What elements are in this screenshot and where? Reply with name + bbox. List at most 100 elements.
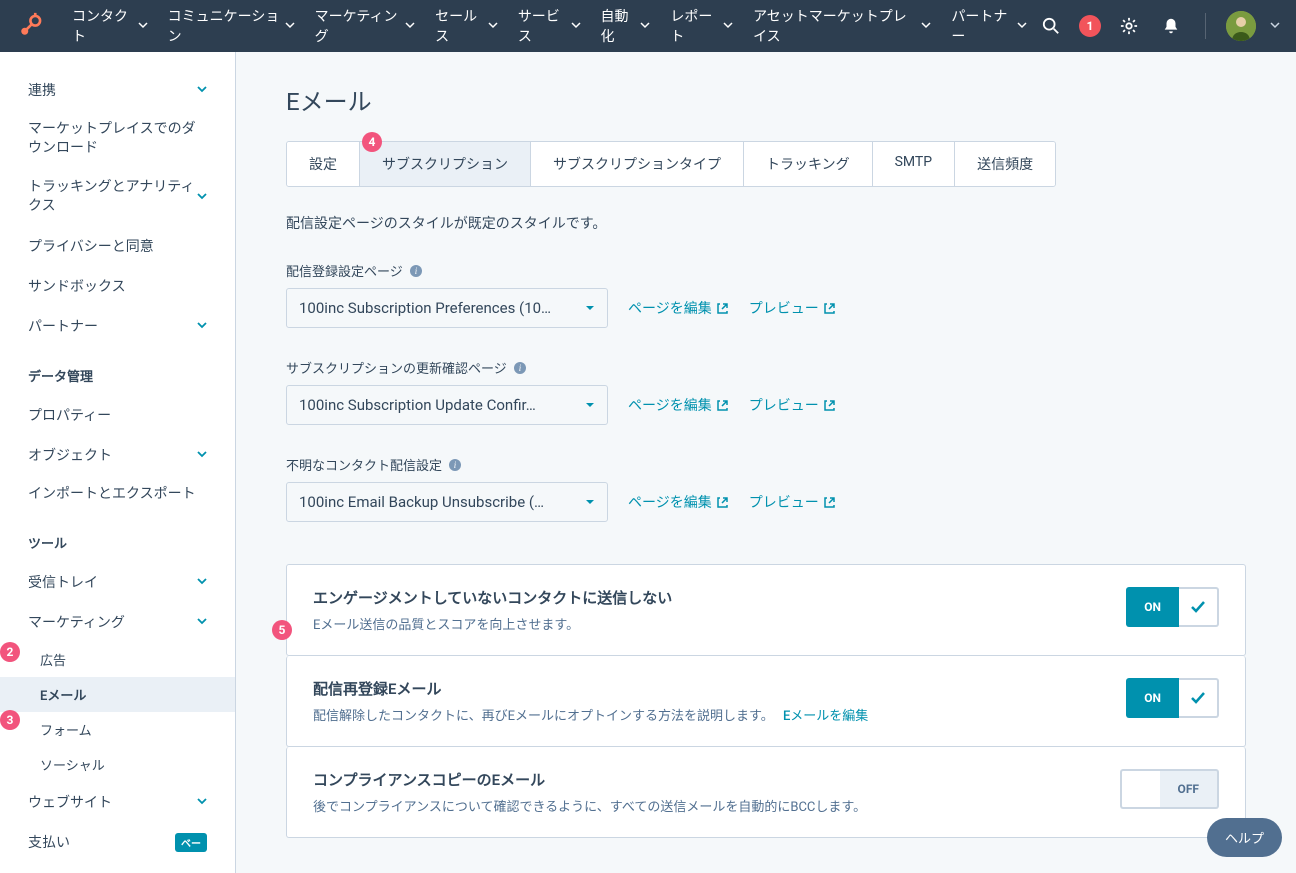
toggle-unengaged[interactable]: ON [1126, 587, 1219, 627]
sidebar-item-sandbox[interactable]: サンドボックス [0, 266, 235, 306]
card-resubscribe: 配信再登録Eメール 配信解除したコンタクトに、再びEメールにオプトインする方法を… [286, 656, 1246, 747]
field-row-backup-unsub: 100inc Email Backup Unsubscribe (… ページを編… [286, 482, 1246, 522]
account-chevron-icon[interactable] [1270, 18, 1280, 34]
external-link-icon [823, 302, 836, 315]
edit-page-link[interactable]: ページを編集 [628, 395, 729, 415]
step-callout-3: 3 [0, 710, 20, 730]
page-title: Eメール [286, 82, 1246, 117]
nav-asset-marketplace[interactable]: アセットマーケットプレイス [743, 0, 941, 52]
sidebar-sub-social[interactable]: ソーシャル [0, 747, 235, 782]
preview-link[interactable]: プレビュー [749, 492, 836, 512]
info-icon[interactable]: i [448, 458, 462, 472]
sidebar-item-integrations[interactable]: 連携 [0, 70, 235, 110]
chevron-down-icon [921, 18, 931, 34]
select-preferences-page[interactable]: 100inc Subscription Preferences (10… [286, 288, 608, 328]
external-link-icon [716, 496, 729, 509]
edit-page-link[interactable]: ページを編集 [628, 492, 729, 512]
card-desc: 配信解除したコンタクトに、再びEメールにオプトインする方法を説明します。 Eメー… [313, 705, 868, 724]
nav-service[interactable]: サービス [508, 0, 591, 52]
sidebar-item-tracking-analytics[interactable]: トラッキングとアナリティクス [0, 168, 235, 226]
preview-link[interactable]: プレビュー [749, 298, 836, 318]
main-panel: Eメール 設定 サブスクリプション サブスクリプションタイプ トラッキング SM… [236, 52, 1296, 873]
divider [1205, 13, 1206, 39]
chevron-down-icon [197, 794, 207, 810]
step-callout-5: 5 [272, 620, 292, 640]
toggle-knob [1120, 769, 1160, 809]
sidebar-group-tools: ツール [0, 533, 235, 562]
search-icon[interactable] [1037, 12, 1065, 40]
settings-sidebar: 連携 マーケットプレイスでのダウンロード トラッキングとアナリティクス プライバ… [0, 52, 236, 873]
nav-automation[interactable]: 自動化 [591, 0, 661, 52]
tab-frequency[interactable]: 送信頻度 [955, 142, 1055, 186]
bell-icon[interactable] [1157, 12, 1185, 40]
info-icon[interactable]: i [409, 264, 423, 278]
tab-settings[interactable]: 設定 [287, 142, 360, 186]
chevron-down-icon [197, 189, 207, 205]
card-desc: 後でコンプライアンスについて確認できるように、すべての送信メールを自動的にBCC… [313, 796, 866, 815]
sidebar-item-marketplace-downloads[interactable]: マーケットプレイスでのダウンロード [0, 110, 235, 168]
chevron-down-icon [197, 614, 207, 630]
nav-partner[interactable]: パートナー [941, 0, 1037, 52]
sidebar-item-payments[interactable]: 支払いベー [0, 822, 235, 862]
sidebar-item-objects[interactable]: オブジェクト [0, 435, 235, 475]
nav-contacts[interactable]: コンタクト [62, 0, 158, 52]
nav-sales[interactable]: セールス [425, 0, 508, 52]
info-icon[interactable]: i [513, 361, 527, 375]
card-title: エンゲージメントしていないコンタクトに送信しない [313, 587, 672, 608]
chevron-down-icon [197, 318, 207, 334]
field-row-preferences: 100inc Subscription Preferences (10… ページ… [286, 288, 1246, 328]
sidebar-item-website[interactable]: ウェブサイト [0, 782, 235, 822]
chevron-down-icon [488, 18, 498, 34]
card-title: 配信再登録Eメール [313, 678, 868, 699]
select-update-confirm-page[interactable]: 100inc Subscription Update Confir… [286, 385, 608, 425]
field-label-backup-unsub: 不明なコンタクト配信設定 i [286, 455, 1246, 474]
sidebar-item-import-export[interactable]: インポートとエクスポート [0, 475, 235, 514]
sidebar-item-inbox[interactable]: 受信トレイ [0, 562, 235, 602]
card-compliance: コンプライアンスコピーのEメール 後でコンプライアンスについて確認できるように、… [286, 747, 1246, 838]
nav-reports[interactable]: レポート [660, 0, 743, 52]
select-value: 100inc Subscription Update Confir… [299, 396, 536, 414]
toggle-resubscribe[interactable]: ON [1126, 678, 1219, 718]
tab-subscription-types[interactable]: サブスクリプションタイプ [531, 142, 744, 186]
chevron-down-icon [197, 447, 207, 463]
notification-count-badge[interactable]: 1 [1079, 15, 1101, 37]
toggle-label: ON [1126, 678, 1179, 718]
select-value: 100inc Subscription Preferences (10… [299, 299, 551, 317]
tab-smtp[interactable]: SMTP [873, 142, 956, 186]
step-callout-2: 2 [0, 642, 20, 662]
sidebar-sub-ads[interactable]: 広告 [0, 642, 235, 677]
tab-subscription[interactable]: サブスクリプション [360, 142, 531, 186]
gear-icon[interactable] [1115, 12, 1143, 40]
help-button[interactable]: ヘルプ [1207, 818, 1282, 857]
sidebar-item-partner[interactable]: パートナー [0, 306, 235, 346]
nav-marketing[interactable]: マーケティング [305, 0, 425, 52]
sidebar-sub-email[interactable]: Eメール [0, 677, 235, 712]
external-link-icon [823, 496, 836, 509]
toggle-label: OFF [1160, 769, 1219, 809]
toggle-knob [1179, 678, 1219, 718]
chevron-down-icon [640, 18, 650, 34]
sidebar-item-properties[interactable]: プロパティー [0, 395, 235, 435]
external-link-icon [716, 302, 729, 315]
chevron-down-icon [405, 18, 415, 34]
sidebar-sub-forms[interactable]: フォーム [0, 712, 235, 747]
nav-communication[interactable]: コミュニケーション [158, 0, 305, 52]
field-label-update-confirm: サブスクリプションの更新確認ページ i [286, 358, 1246, 377]
edit-email-link[interactable]: Eメールを編集 [783, 709, 868, 724]
top-nav-menu: コンタクト コミュニケーション マーケティング セールス サービス 自動化 レポ… [62, 0, 1037, 52]
toggle-cards: エンゲージメントしていないコンタクトに送信しない Eメール送信の品質とスコアを向… [286, 552, 1246, 838]
tab-tracking[interactable]: トラッキング [744, 142, 873, 186]
sidebar-item-privacy[interactable]: プライバシーと同意 [0, 226, 235, 266]
hubspot-logo-icon [16, 12, 44, 40]
toggle-compliance[interactable]: OFF [1120, 769, 1219, 809]
preview-link[interactable]: プレビュー [749, 395, 836, 415]
avatar[interactable] [1226, 11, 1256, 41]
field-row-update-confirm: 100inc Subscription Update Confir… ページを編… [286, 385, 1246, 425]
select-backup-unsub-page[interactable]: 100inc Email Backup Unsubscribe (… [286, 482, 608, 522]
sidebar-item-marketing[interactable]: マーケティング [0, 602, 235, 642]
tab-subscription-label: サブスクリプション [382, 157, 508, 173]
app-body: 連携 マーケットプレイスでのダウンロード トラッキングとアナリティクス プライバ… [0, 52, 1296, 873]
toggle-label: ON [1126, 587, 1179, 627]
edit-page-link[interactable]: ページを編集 [628, 298, 729, 318]
intro-text: 配信設定ページのスタイルが既定のスタイルです。 [286, 213, 1246, 233]
